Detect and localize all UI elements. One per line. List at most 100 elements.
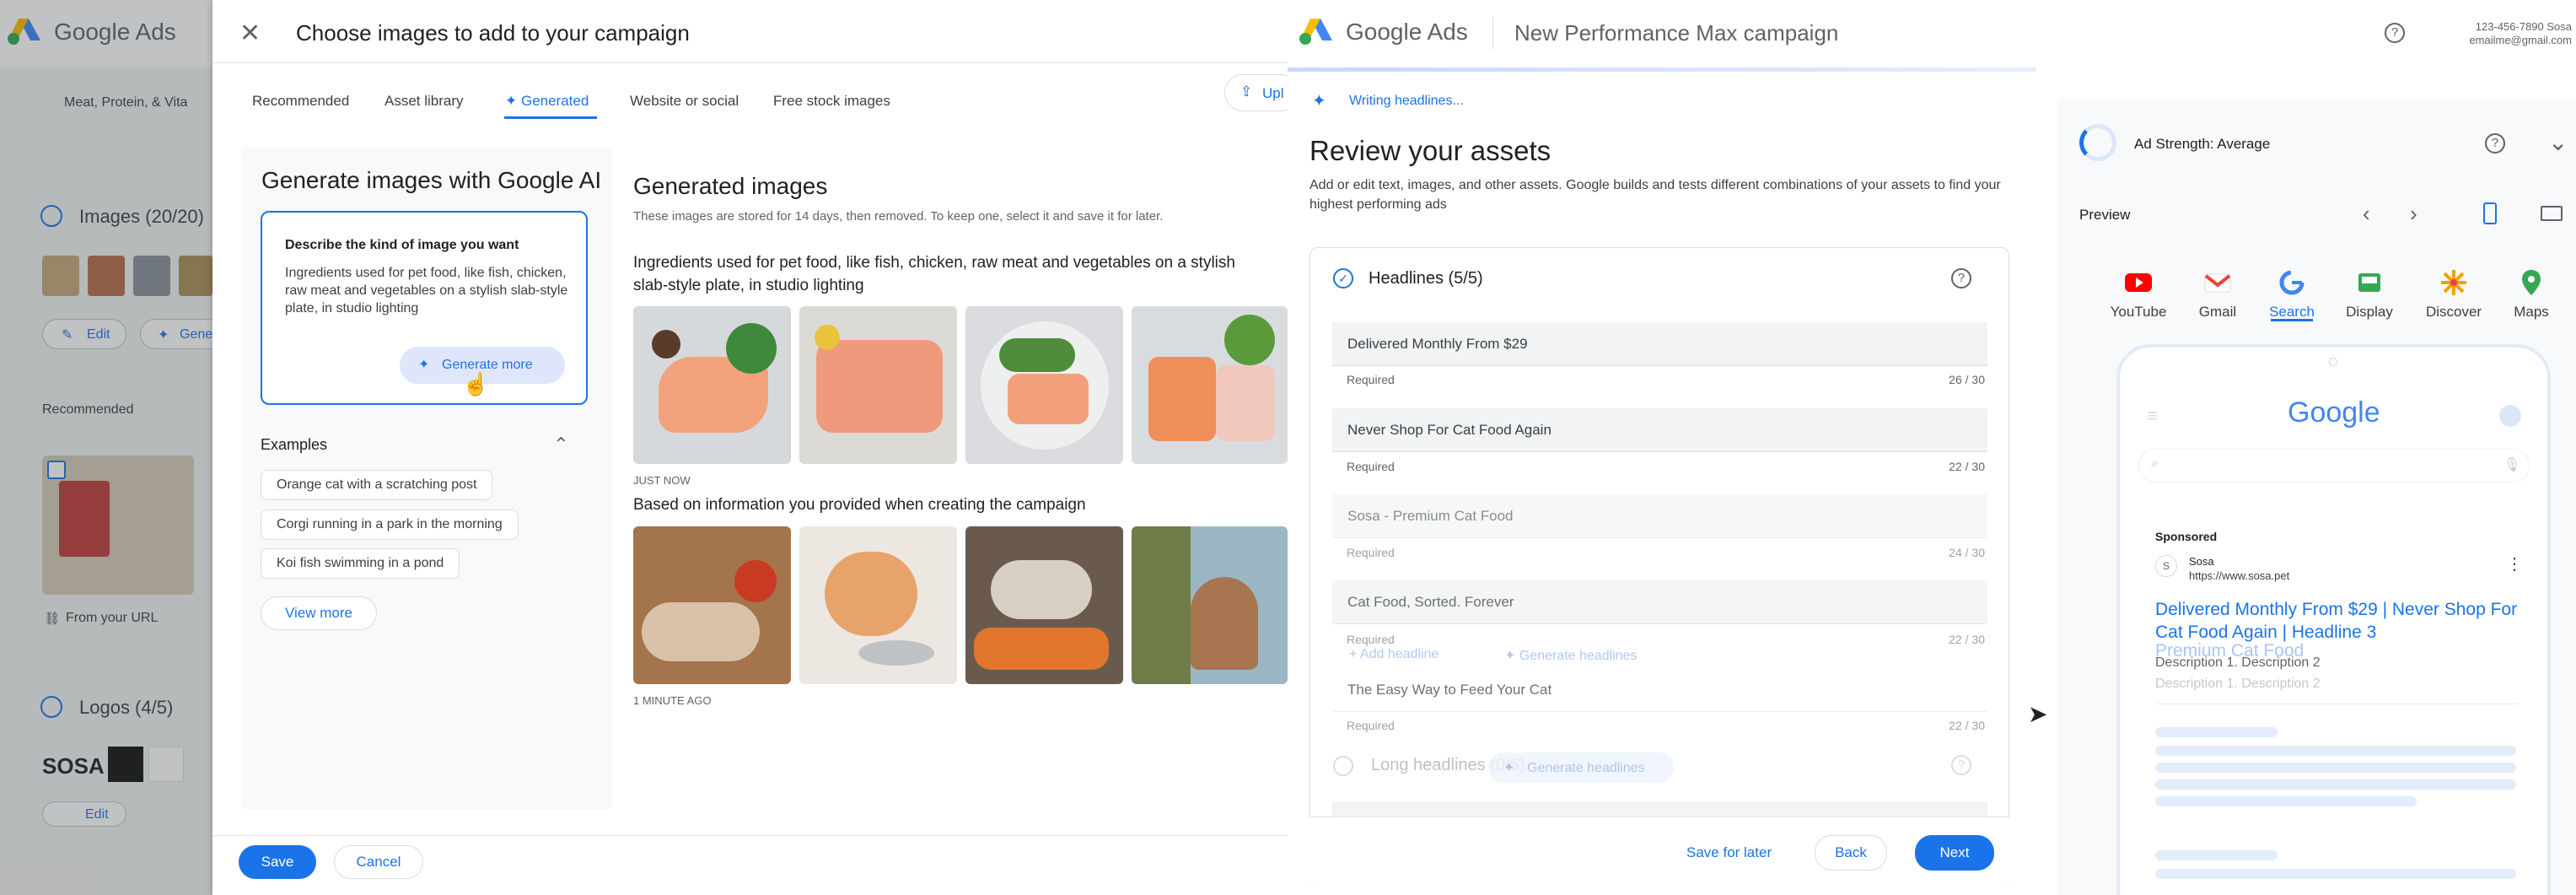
mouse-pointer-icon: ☝	[462, 371, 490, 396]
next-button[interactable]: Next	[1915, 835, 1994, 871]
tab-website-or-social[interactable]: Website or social	[630, 93, 739, 110]
headline-field[interactable]: Sosa - Premium Cat Food	[1332, 494, 1987, 538]
sparkle-icon: ✦	[418, 358, 430, 372]
headline-field[interactable]: Never Shop For Cat Food Again	[1332, 408, 1987, 452]
generate-headlines-button[interactable]: ✦ Generate headlines	[1504, 647, 1638, 664]
char-count: 22 / 30	[1949, 633, 1985, 646]
advertiser-name[interactable]: Sosa	[2189, 555, 2214, 568]
preview-tab-maps[interactable]: Maps	[2493, 268, 2569, 321]
account-email[interactable]: emailme@gmail.com	[2445, 34, 2572, 46]
generate-headlines-label: Generate headlines	[1519, 649, 1638, 663]
advertiser-favicon-icon: S	[2155, 555, 2177, 577]
preview-tab-label: Gmail	[2198, 304, 2237, 320]
help-icon[interactable]: ?	[1951, 755, 1971, 775]
generated-image[interactable]	[1132, 306, 1288, 464]
chevron-up-icon[interactable]: ⌄	[553, 432, 568, 454]
microphone-icon: 🎙	[2503, 458, 2521, 472]
chevron-left-icon[interactable]: ‹	[2363, 201, 2370, 227]
skeleton-line	[2155, 796, 2417, 806]
more-vert-icon[interactable]: ⋮	[2506, 553, 2523, 574]
tab-asset-library[interactable]: Asset library	[385, 93, 464, 110]
skeleton-line	[2155, 779, 2516, 790]
required-label: Required	[1347, 633, 1395, 646]
generated-image[interactable]	[965, 306, 1123, 464]
chevron-right-icon[interactable]: ›	[2410, 201, 2417, 227]
mobile-device-icon[interactable]	[2483, 202, 2497, 224]
examples-title: Examples	[261, 436, 328, 453]
preview-tab-search[interactable]: Search	[2254, 268, 2330, 321]
generated-image[interactable]	[799, 306, 957, 464]
review-heading: Review your assets	[1310, 135, 1552, 166]
salmon-shape	[1008, 374, 1089, 424]
bowl-shape	[652, 330, 680, 359]
headline-meta: Required 26 / 30	[1347, 373, 1985, 386]
skeleton-line	[2155, 869, 2516, 879]
tab-free-stock-images[interactable]: Free stock images	[773, 93, 890, 110]
generate-headlines-button[interactable]: ✦ Generate headlines	[1488, 752, 1674, 783]
generated-image[interactable]	[633, 306, 791, 464]
chevron-down-icon[interactable]: ⌄	[2548, 128, 2568, 156]
salmon-shape	[1148, 357, 1216, 441]
group1-time: JUST NOW	[633, 474, 691, 487]
cancel-button[interactable]: Cancel	[334, 845, 423, 879]
lemon-shape	[815, 325, 840, 350]
sparkle-icon: ✦	[1504, 649, 1519, 663]
preview-tab-discover[interactable]: Discover	[2416, 268, 2492, 321]
headline-field[interactable]: Cat Food, Sorted. Forever	[1332, 580, 1987, 624]
back-button[interactable]: Back	[1815, 835, 1887, 871]
prompt-text[interactable]: Ingredients used for pet food, like fish…	[285, 264, 568, 317]
tab-generated[interactable]: ✦ Generated	[505, 93, 589, 110]
skeleton-line	[2155, 727, 2278, 737]
help-icon[interactable]: ?	[2385, 23, 2405, 43]
search-input[interactable]: ⌕ 🎙	[2138, 449, 2530, 483]
required-label: Required	[1347, 719, 1395, 732]
save-for-later-button[interactable]: Save for later	[1686, 844, 1772, 861]
preview-tab-youtube[interactable]: YouTube	[2100, 268, 2176, 321]
headlines-section-title: Headlines (5/5)	[1369, 269, 1483, 288]
tab-recommended[interactable]: Recommended	[252, 93, 349, 110]
google-ads-logo-icon	[1299, 17, 1332, 50]
cat-shape	[825, 552, 917, 636]
generated-image[interactable]	[799, 526, 957, 684]
group2-title: Based on information you provided when c…	[633, 496, 1086, 514]
generated-title: Generated images	[633, 173, 828, 199]
greens-shape	[726, 323, 777, 374]
close-icon[interactable]: ✕	[239, 19, 261, 48]
hamburger-menu-icon: ≡	[2147, 405, 2158, 426]
preview-tab-label: Display	[2346, 304, 2393, 320]
cat-shape	[991, 560, 1092, 619]
preview-label: Preview	[2079, 207, 2131, 223]
help-icon[interactable]: ?	[2485, 133, 2505, 154]
view-more-button[interactable]: View more	[261, 596, 377, 630]
account-phone[interactable]: 123-456-7890 Sosa	[2445, 20, 2572, 33]
preview-tab-display[interactable]: Display	[2331, 268, 2407, 321]
skeleton-line	[2155, 763, 2516, 773]
circle-icon	[1333, 756, 1353, 776]
generated-image[interactable]	[1132, 526, 1288, 684]
ad-strength-gauge-icon	[2079, 124, 2116, 161]
save-button[interactable]: Save	[239, 845, 316, 879]
help-icon[interactable]: ?	[1951, 268, 1971, 288]
headline-field[interactable]: Delivered Monthly From $29	[1332, 322, 1987, 366]
headline-meta: Required 22 / 30	[1347, 460, 1985, 473]
divider	[212, 835, 1288, 836]
preview-tab-label: Search	[2269, 304, 2315, 320]
discover-icon	[2441, 270, 2466, 295]
add-headline-button[interactable]: + Add headline	[1349, 647, 1439, 662]
advertiser-url[interactable]: https://www.sosa.pet	[2189, 569, 2289, 582]
example-chip[interactable]: Koi fish swimming in a pond	[261, 548, 460, 579]
example-chip[interactable]: Orange cat with a scratching post	[261, 470, 493, 500]
preview-tab-label: Discover	[2425, 304, 2482, 320]
ad-headline[interactable]: Delivered Monthly From $29 | Never Shop …	[2155, 598, 2526, 644]
salmon-shape	[816, 340, 943, 433]
example-chip[interactable]: Corgi running in a park in the morning	[261, 510, 519, 540]
desktop-device-icon[interactable]	[2541, 206, 2563, 221]
generated-image[interactable]	[633, 526, 791, 684]
progress-bar	[1288, 67, 2036, 72]
avatar[interactable]	[2499, 405, 2521, 427]
preview-tab-gmail[interactable]: Gmail	[2180, 268, 2256, 321]
review-footer	[1310, 817, 2009, 888]
headline-field[interactable]: The Easy Way to Feed Your Cat	[1332, 668, 1987, 712]
generated-image[interactable]	[965, 526, 1123, 684]
long-headline-field[interactable]	[1332, 801, 1987, 817]
